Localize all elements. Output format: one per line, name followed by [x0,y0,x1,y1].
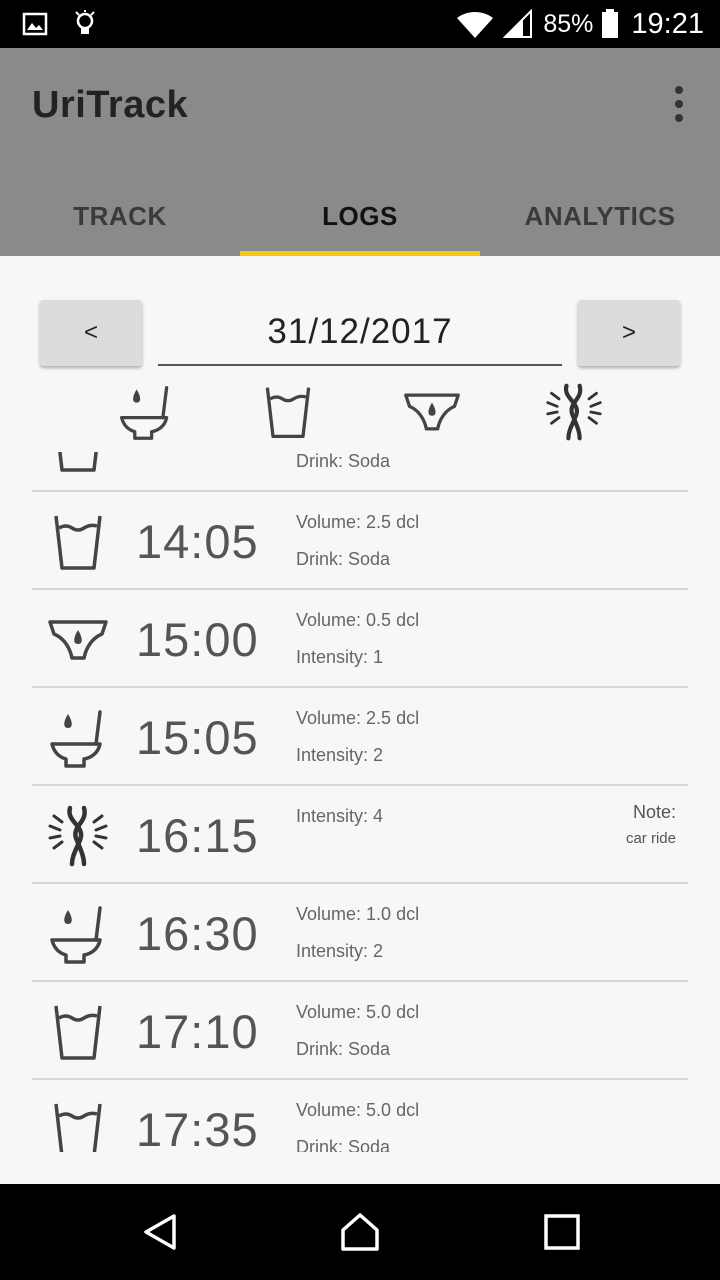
urgency-icon [46,804,110,868]
glass-icon [46,1098,110,1152]
tab-bar: TRACK LOGS ANALYTICS [0,176,720,256]
signal-icon [503,9,533,38]
filter-row [0,380,720,444]
image-icon [22,12,48,36]
log-time: 16:15 [136,809,259,862]
home-icon[interactable] [340,1212,380,1252]
note-text: car ride [625,830,676,847]
log-time: 17:35 [136,1103,259,1152]
lightbulb-icon [75,10,95,34]
table-row[interactable]: 17:35 Volume: 5.0 dcl Drink: Soda [32,1080,688,1152]
overflow-menu-icon[interactable] [672,86,686,122]
app-title: UriTrack [32,84,189,126]
toilet-icon[interactable] [116,380,176,444]
app-bar: UriTrack TRACK LOGS ANALYTICS [0,48,720,256]
table-row[interactable]: 16:30 Volume: 1.0 dcl Intensity: 2 [32,884,688,982]
glass-icon [46,452,110,476]
log-detail: Volume: 5.0 dcl [296,1100,420,1120]
system-nav-bar [0,1184,720,1280]
table-row[interactable]: 14:05 Volume: 2.5 dcl Drink: Soda [32,492,688,590]
log-detail: Volume: 1.0 dcl [296,904,420,924]
table-row[interactable]: 17:10 Volume: 5.0 dcl Drink: Soda [32,982,688,1080]
table-row[interactable]: 15:00 Volume: 0.5 dcl Intensity: 1 [32,590,688,688]
log-time: 14:05 [136,515,259,568]
urgency-icon[interactable] [544,380,604,444]
date-navigator: < 31/12/2017 > [40,300,680,370]
glass-icon [46,510,110,574]
tab-logs[interactable]: LOGS [240,176,480,256]
table-row[interactable]: 15:05 Volume: 2.5 dcl Intensity: 2 [32,688,688,786]
log-detail: Intensity: 4 [296,806,384,826]
next-day-button[interactable]: > [578,300,680,366]
log-detail: Volume: 0.5 dcl [296,610,420,630]
glass-icon [46,1000,110,1064]
log-detail: Intensity: 1 [296,647,384,667]
log-detail: Intensity: 2 [296,941,384,961]
tab-track[interactable]: TRACK [0,176,240,256]
log-detail: Drink: Soda [296,1137,391,1152]
clock: 19:21 [631,7,704,40]
log-time: 15:05 [136,711,259,764]
log-detail: Drink: Soda [296,549,391,569]
underwear-icon[interactable] [402,380,462,444]
note-label: Note: [632,802,676,822]
log-detail: Drink: Soda [296,452,391,471]
recents-icon[interactable] [542,1212,582,1252]
battery-icon [602,9,619,38]
glass-icon[interactable] [258,380,318,444]
back-icon[interactable] [140,1212,180,1252]
log-time: 15:00 [136,613,259,666]
wifi-icon [457,12,494,38]
status-bar: 85% 19:21 [0,0,720,48]
log-detail: Drink: Soda [296,1039,391,1059]
tab-analytics[interactable]: ANALYTICS [480,176,720,256]
log-detail: Intensity: 2 [296,745,384,765]
log-detail: Volume: 2.5 dcl [296,708,420,728]
log-list[interactable]: Drink: Soda 14:05 Volume: 2.5 dcl Drink:… [0,452,720,1152]
log-detail: Volume: 2.5 dcl [296,512,420,532]
battery-percent: 85% [543,9,594,38]
date-field[interactable]: 31/12/2017 [158,300,562,366]
log-detail: Volume: 5.0 dcl [296,1002,420,1022]
previous-day-button[interactable]: < [40,300,142,366]
toilet-icon [46,706,110,770]
toilet-icon [46,902,110,966]
log-time: 16:30 [136,907,259,960]
table-row[interactable]: 16:15 Intensity: 4 Note: car ride [32,786,688,884]
logs-content: < 31/12/2017 > Drink: Soda 14:05 Volume:… [0,256,720,1184]
log-time: 17:10 [136,1005,259,1058]
table-row[interactable]: Drink: Soda [32,452,688,492]
underwear-icon [46,608,110,672]
